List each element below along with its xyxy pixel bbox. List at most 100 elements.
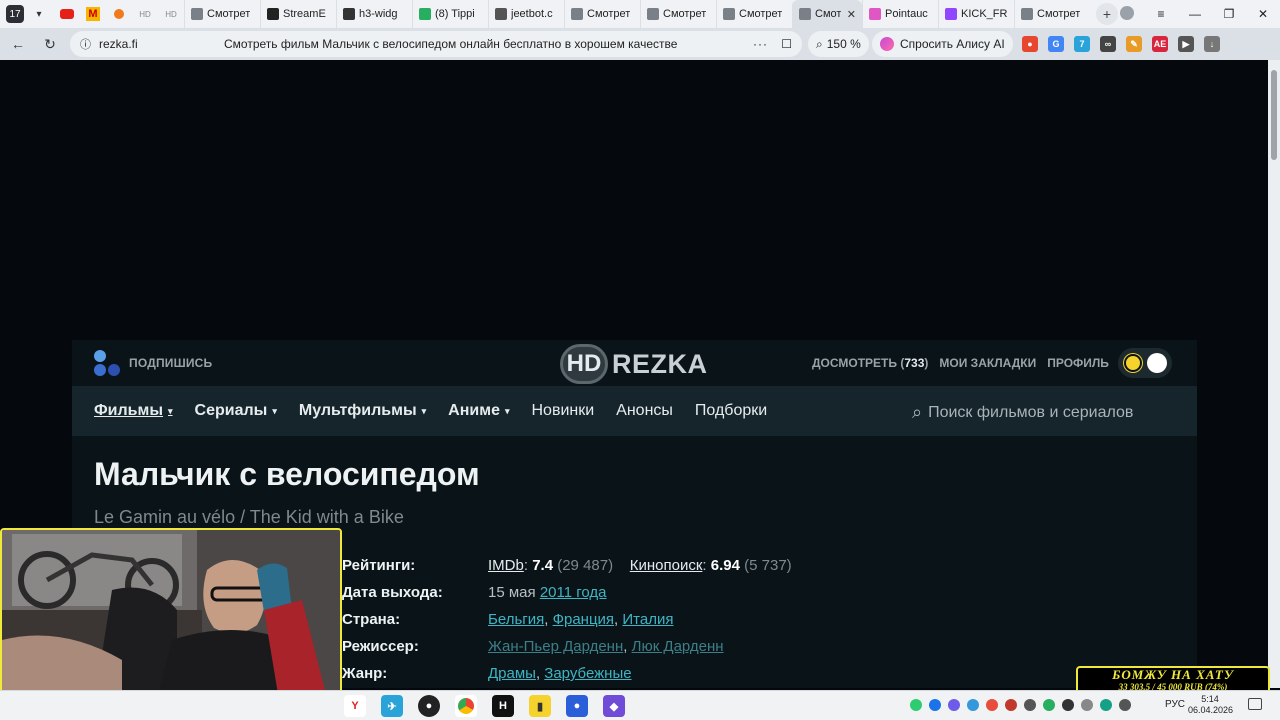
yandex-browser-icon[interactable]: Y: [344, 695, 366, 717]
director-link[interactable]: Люк Дарденн: [632, 638, 724, 655]
address-field[interactable]: ⓘ rezka.fi Смотреть фильм Мальчик с вело…: [70, 31, 802, 57]
zoom-indicator[interactable]: ⌕ 150 %: [808, 31, 869, 57]
language-indicator[interactable]: РУС: [1165, 699, 1185, 710]
tray-icon[interactable]: [1081, 699, 1093, 711]
glasses-extension-icon[interactable]: ∞: [1100, 36, 1116, 52]
chevron-down-icon[interactable]: ▾: [28, 3, 50, 25]
menu-item[interactable]: Новинки: [532, 402, 595, 420]
browser-tab[interactable]: Смотр ✕: [792, 0, 862, 28]
site-info-icon[interactable]: ⓘ: [80, 36, 91, 52]
country-link[interactable]: Франция: [553, 611, 614, 628]
menu-icon[interactable]: ≡: [1144, 7, 1178, 21]
back-arrow-icon[interactable]: ←: [4, 30, 32, 58]
tray-icon[interactable]: [910, 699, 922, 711]
watch-later-link[interactable]: ДОСМОТРЕТЬ (733): [812, 356, 928, 370]
genre-link[interactable]: Зарубежные: [544, 665, 631, 682]
subscribe-icon[interactable]: [94, 350, 122, 378]
kinopoisk-link[interactable]: Кинопоиск: [630, 557, 703, 574]
menu-item[interactable]: Анонсы: [616, 402, 673, 420]
tray-icon[interactable]: [967, 699, 979, 711]
country-link[interactable]: Италия: [622, 611, 673, 628]
minimize-button[interactable]: —: [1178, 7, 1212, 21]
close-tab-icon[interactable]: ✕: [847, 8, 856, 21]
genre-link[interactable]: Драмы: [488, 665, 536, 682]
alice-button[interactable]: Спросить Алису AI: [872, 31, 1013, 57]
extension-icon[interactable]: ✎: [1126, 36, 1142, 52]
browser-tab[interactable]: Смотрет: [1014, 0, 1090, 28]
profile-avatar[interactable]: [1110, 5, 1144, 23]
restore-button[interactable]: ❐: [1212, 7, 1246, 21]
tray-icon[interactable]: [1005, 699, 1017, 711]
tray-icon[interactable]: [1100, 699, 1112, 711]
director-link[interactable]: Жан-Пьер Дарденн: [488, 638, 623, 655]
more-icon[interactable]: ···: [753, 37, 768, 51]
h-app-icon[interactable]: H: [492, 695, 514, 717]
scrollbar-thumb[interactable]: [1271, 70, 1277, 160]
menu-item[interactable]: Мультфильмы ▾: [299, 402, 426, 420]
browser-tab[interactable]: StreamE: [260, 0, 336, 28]
bookmark-icon[interactable]: ☐: [781, 37, 792, 51]
windows-taskbar: Y ✈ ● H ▮ ● ◆ РУС: [0, 690, 1280, 720]
imdb-link[interactable]: IMDb: [488, 557, 524, 574]
tray-icon[interactable]: [1043, 699, 1055, 711]
close-window-button[interactable]: ✕: [1246, 7, 1280, 21]
notifications-icon[interactable]: [1248, 698, 1262, 710]
download-icon[interactable]: ↓: [1204, 36, 1220, 52]
menu-item[interactable]: Фильмы ▾: [94, 402, 173, 420]
bookmarks-link[interactable]: МОИ ЗАКЛАДКИ: [939, 356, 1036, 370]
translate-extension-icon[interactable]: G: [1048, 36, 1064, 52]
profile-link[interactable]: ПРОФИЛЬ: [1047, 356, 1109, 370]
browser-tab[interactable]: Смотрет: [184, 0, 260, 28]
youtube-pinned-tab-icon[interactable]: [54, 0, 80, 28]
telegram-icon[interactable]: ✈: [381, 695, 403, 717]
menu-item[interactable]: Подборки: [695, 402, 767, 420]
hd-pinned-tab-icon[interactable]: HD: [132, 0, 158, 28]
extension-icon[interactable]: ●: [1022, 36, 1038, 52]
chat-app-icon[interactable]: ●: [566, 695, 588, 717]
taskbar-clock[interactable]: 5:14 06.04.2026: [1188, 694, 1233, 716]
hd-pinned-tab-icon[interactable]: HD: [158, 0, 184, 28]
menu-item-label: Новинки: [531, 402, 595, 419]
obs-icon[interactable]: ●: [418, 695, 440, 717]
browser-tab[interactable]: Смотрет: [716, 0, 792, 28]
country-link[interactable]: Бельгия: [488, 611, 544, 628]
page-scrollbar[interactable]: [1268, 60, 1280, 688]
volume-icon[interactable]: [1119, 699, 1131, 711]
menu-item-label: Сериалы: [194, 402, 268, 419]
browser-tab[interactable]: Смотрет: [640, 0, 716, 28]
browser-tab[interactable]: jeetbot.c: [488, 0, 564, 28]
tray-icon[interactable]: [929, 699, 941, 711]
theme-toggle[interactable]: [1118, 348, 1172, 378]
tray-icon[interactable]: [986, 699, 998, 711]
tray-icon[interactable]: [1024, 699, 1036, 711]
browser-tab[interactable]: h3-widg: [336, 0, 412, 28]
search-box[interactable]: ⌕ Поиск фильмов и сериалов: [912, 402, 1133, 423]
address-bar-row: ← ↻ ⓘ rezka.fi Смотреть фильм Мальчик с …: [0, 28, 1280, 60]
tab-counter[interactable]: 17: [6, 5, 24, 23]
release-year-link[interactable]: 2011 года: [540, 584, 607, 601]
browser-tab[interactable]: Смотрет: [564, 0, 640, 28]
site-logo[interactable]: HD REZKA: [560, 342, 708, 386]
folder-icon[interactable]: ▮: [529, 695, 551, 717]
tray-icon[interactable]: [1062, 699, 1074, 711]
menu-item[interactable]: Сериалы ▾: [195, 402, 277, 420]
chevron-down-icon: ▾: [272, 405, 277, 416]
m-pinned-tab-icon[interactable]: M: [80, 0, 106, 28]
browser-tab[interactable]: Pointauc: [862, 0, 938, 28]
search-input[interactable]: Поиск фильмов и сериалов: [928, 404, 1133, 422]
browser-tab[interactable]: (8) Tippi: [412, 0, 488, 28]
chrome-icon[interactable]: [455, 695, 477, 717]
media-icon[interactable]: ▶: [1178, 36, 1194, 52]
imdb-score: 7.4: [532, 557, 554, 574]
extension-icon[interactable]: AE: [1152, 36, 1168, 52]
menu-item[interactable]: Аниме ▾: [448, 402, 509, 420]
extension-icon[interactable]: 7: [1074, 36, 1090, 52]
layers-app-icon[interactable]: ◆: [603, 695, 625, 717]
browser-tab[interactable]: KICK_FR: [938, 0, 1014, 28]
tray-icon[interactable]: [948, 699, 960, 711]
sun-icon: [1126, 356, 1140, 370]
reload-icon[interactable]: ↻: [36, 30, 64, 58]
tab-title: StreamE: [283, 8, 326, 20]
subscribe-link[interactable]: ПОДПИШИСЬ: [129, 356, 212, 370]
pinned-tab-icon[interactable]: [106, 0, 132, 28]
